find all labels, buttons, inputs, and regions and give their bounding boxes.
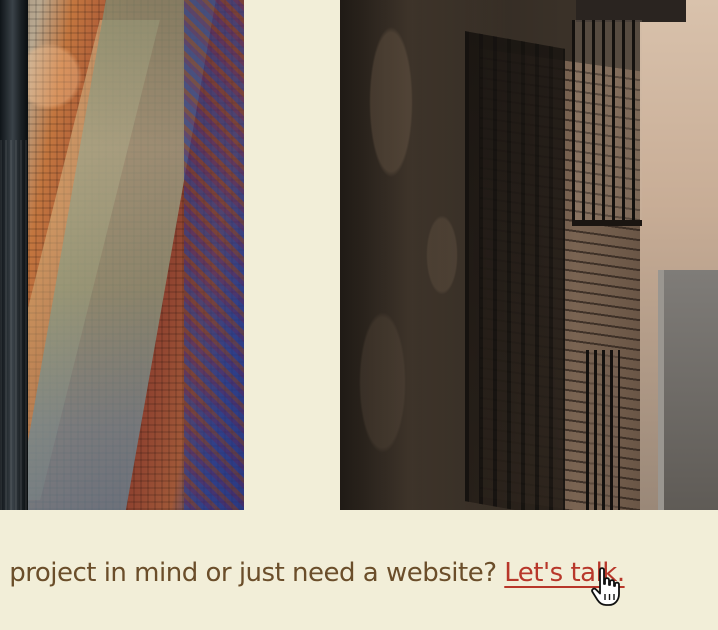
lamp-pole xyxy=(0,0,28,510)
street-photo xyxy=(340,0,718,510)
page: a project in mind or just need a website… xyxy=(0,0,718,630)
contact-cta: a project in mind or just need a website… xyxy=(0,558,625,588)
cta-lead-text: a project in mind or just need a website… xyxy=(0,558,497,588)
mosaic-photo xyxy=(0,0,244,510)
lets-talk-link[interactable]: Let's talk. xyxy=(504,558,625,588)
